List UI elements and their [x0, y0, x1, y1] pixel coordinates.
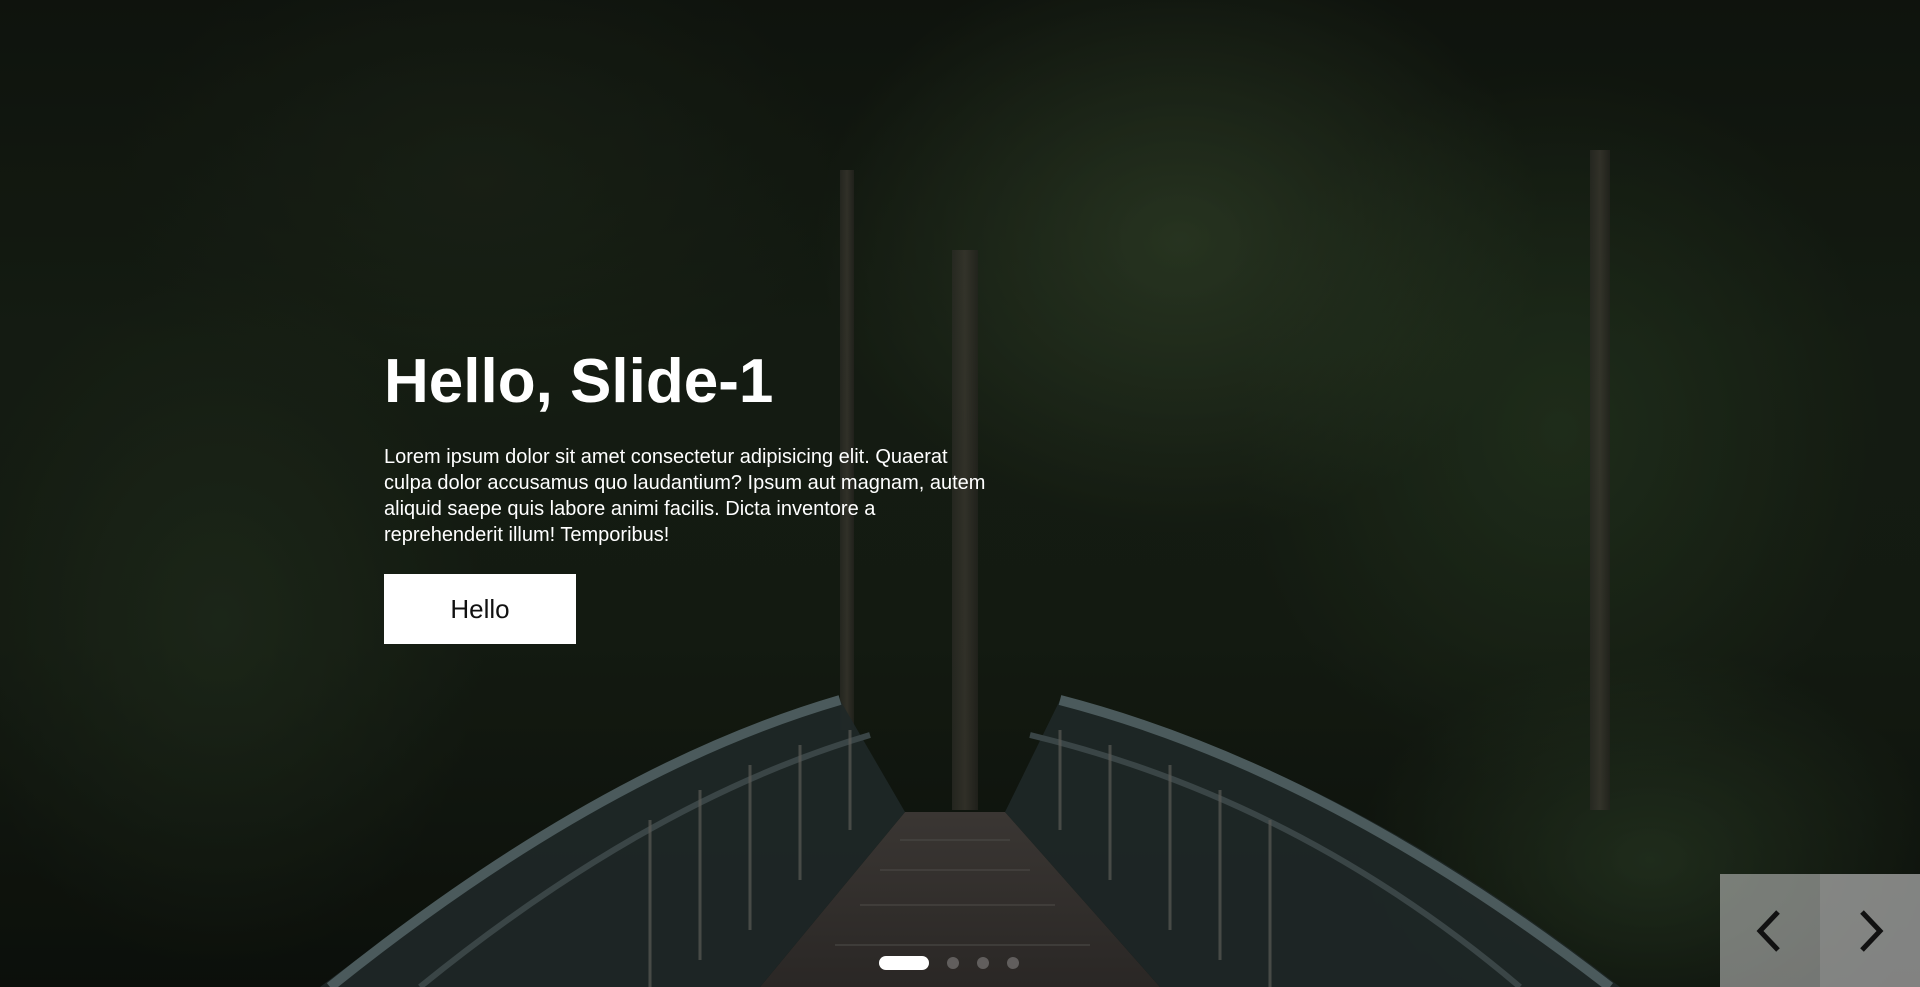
- hello-button[interactable]: Hello: [384, 574, 576, 644]
- pagination-dot-1[interactable]: [879, 956, 929, 970]
- next-slide-button[interactable]: [1820, 874, 1920, 987]
- slide-title: Hello, Slide-1: [384, 347, 774, 416]
- pagination-dot-2[interactable]: [947, 957, 959, 969]
- slide-description: Lorem ipsum dolor sit amet consectetur a…: [384, 446, 986, 546]
- chevron-left-icon: [1756, 909, 1780, 952]
- slide-pagination: [879, 956, 1019, 970]
- pagination-dot-3[interactable]: [977, 957, 989, 969]
- previous-slide-button[interactable]: [1720, 874, 1820, 987]
- pagination-dot-4[interactable]: [1007, 957, 1019, 969]
- slider-navigation: [1720, 874, 1920, 987]
- hero-slider: Hello, Slide-1 Lorem ipsum dolor sit ame…: [0, 0, 1920, 987]
- slide-caption: Hello, Slide-1 Lorem ipsum dolor sit ame…: [384, 346, 1004, 644]
- chevron-right-icon: [1860, 909, 1884, 952]
